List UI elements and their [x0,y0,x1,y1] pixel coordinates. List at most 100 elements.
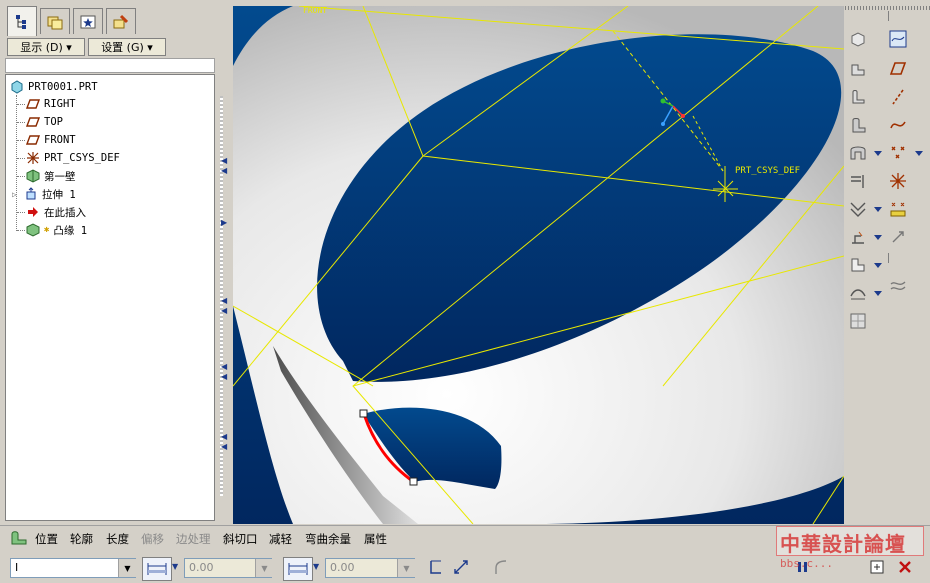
tab-folder-browser[interactable] [40,8,70,34]
tab-properties[interactable]: 属性 [364,531,387,547]
flyout-arrow-icon[interactable] [915,151,923,156]
flat-pattern-button[interactable] [847,310,869,332]
tree-item-right[interactable]: RIGHT [26,95,76,113]
dropdown-arrow-icon[interactable]: ▼ [172,562,178,571]
datum-curve-tool-button[interactable] [887,114,909,136]
first-wall-icon [26,169,40,183]
bend-radius-icon [495,560,507,574]
tab-profile[interactable]: 轮廓 [70,531,93,547]
tab-bend-allowance[interactable]: 弯曲余量 [305,531,351,547]
drag-handle-end[interactable] [409,477,418,486]
show-menu-button[interactable]: 显示 (D) ▾ [7,38,85,56]
edge-bend-icon [852,231,864,244]
expand-arrow-icon[interactable]: ▷ [12,190,20,199]
flange-feature-icon [10,530,28,549]
tab-length[interactable]: 长度 [106,531,129,547]
datum-plane-icon [26,133,40,147]
collapse-arrow-icon[interactable]: ◀ ◀ [221,362,227,382]
collapse-arrow-icon[interactable]: ◀ ◀ [221,432,227,452]
tree-item-insert-here[interactable]: 在此插入 [26,203,86,221]
bend-back-button[interactable] [847,282,869,304]
form-tool-button[interactable] [887,274,909,296]
panel-splitter[interactable]: ◀ ◀ ▶ ◀ ◀ ◀ ◀ ◀ ◀ [217,6,231,524]
analysis-tool-button[interactable] [887,198,909,220]
flat-wall-button[interactable] [847,58,869,80]
tree-item-top[interactable]: TOP [26,113,63,131]
dropdown-arrow-icon[interactable]: ▼ [255,559,273,577]
drag-handle-start[interactable] [359,409,368,418]
bend-radius-button[interactable] [490,556,512,578]
datum-curve-tool-icon [890,121,906,129]
dropdown-arrow-icon[interactable]: ▼ [313,562,319,571]
datum-axis-tool-icon [892,89,904,105]
datum-plane-tool-button[interactable] [887,58,909,80]
bend-back-icon [850,289,866,300]
tree-guide-line [17,104,25,105]
tree-item-label: PRT0001.PRT [28,81,98,93]
tree-item-label: PRT_CSYS_DEF [44,152,120,164]
flip-profile-button[interactable] [425,556,447,578]
flip-direction-icon [454,560,468,574]
tab-offset: 偏移 [141,532,164,546]
extend-wall-button[interactable] [847,114,869,136]
datum-point-tool-button[interactable] [887,142,909,164]
settings-menu-button[interactable]: 设置 (G) ▾ [88,38,166,56]
tree-item-label: 凸缘 1 [53,224,88,237]
tree-item-first-wall[interactable]: 第一壁 [26,167,76,185]
flip-direction-button[interactable] [450,556,472,578]
csys-tool-button[interactable] [887,170,909,192]
model-tree-panel[interactable]: PRT0001.PRT RIGHT TOP FRONT PRT_CSYS_DEF… [5,74,215,521]
tab-placement[interactable]: 位置 [35,531,58,547]
flyout-arrow-icon[interactable] [874,235,882,240]
corner-relief-button[interactable] [847,170,869,192]
flip-profile-icon [430,560,441,574]
dropdown-arrow-icon[interactable]: ▼ [118,559,136,577]
length-type-button-2[interactable] [283,557,313,581]
flange-wall-button[interactable] [847,86,869,108]
model-graphics[interactable]: FRONT PRT_CSYS_DEF [233,6,844,524]
sketch-tool-button[interactable] [887,28,909,50]
tab-favorites[interactable] [73,8,103,34]
insert-here-arrow-icon [26,205,40,219]
form-tool-icon [890,281,906,290]
unbend-all-button[interactable] [847,254,869,276]
bend-button[interactable] [847,198,869,220]
rip-button[interactable] [847,142,869,164]
sketched-datum-button[interactable] [887,226,909,248]
tree-item-label: 拉伸 1 [42,188,76,201]
unbend-all-icon [851,258,865,272]
forum-watermark: 中華設計論壇 bbs.c... [774,526,926,583]
tree-item-front[interactable]: FRONT [26,131,76,149]
tree-item-flange[interactable]: ✱ 凸缘 1 [26,221,87,239]
tree-guide-line [17,158,25,159]
tab-connections[interactable] [106,8,136,34]
tab-model-tree[interactable] [7,6,37,36]
tree-item-root[interactable]: PRT0001.PRT [10,78,98,96]
datum-axis-tool-button[interactable] [887,86,909,108]
flyout-arrow-icon[interactable] [874,263,882,268]
dropdown-arrow-icon[interactable]: ▼ [397,559,415,577]
collapse-arrow-icon[interactable]: ◀ ◀ [221,296,227,316]
tab-edge-treatment: 边处理 [176,532,211,546]
tree-item-label: FRONT [44,134,76,146]
flyout-arrow-icon[interactable] [874,207,882,212]
collapse-arrow-icon[interactable]: ▶ [221,218,227,228]
edge-bend-button[interactable] [847,226,869,248]
flyout-arrow-icon[interactable] [874,151,882,156]
tree-item-extrude[interactable]: ▷ 拉伸 1 [12,185,76,203]
collapse-arrow-icon[interactable]: ◀ ◀ [221,156,227,176]
model-tree-icon [16,14,26,29]
tree-item-csys[interactable]: PRT_CSYS_DEF [26,149,120,167]
unbend-button[interactable] [847,28,869,50]
tree-item-label: TOP [44,116,63,128]
tab-miter-cuts[interactable]: 斜切口 [223,531,258,547]
tree-item-label: RIGHT [44,98,76,110]
tab-relief[interactable]: 减轻 [269,531,292,547]
flyout-arrow-icon[interactable] [874,291,882,296]
tree-guide-line [17,176,25,177]
flat-pattern-icon [850,313,866,329]
datum-point-tool-icon [891,146,905,159]
bend-icon [850,202,866,217]
graphics-viewport[interactable]: FRONT PRT_CSYS_DEF [233,6,844,524]
length-type-button-1[interactable] [142,557,172,581]
